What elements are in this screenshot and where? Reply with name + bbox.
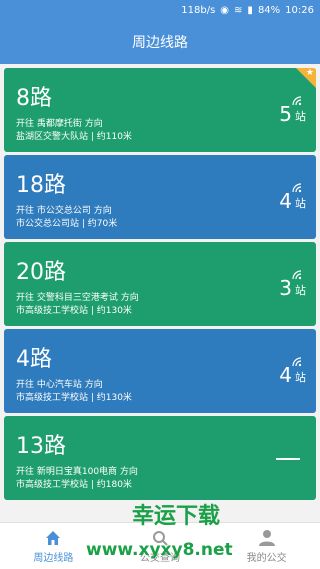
location-icon: ◉: [220, 4, 230, 16]
no-arrival-dash: [276, 458, 300, 460]
stops-unit: 站: [295, 284, 306, 297]
route-direction: 开往 中心汽车站 方向: [16, 380, 103, 390]
watermark-url: www.xyxy8.net: [86, 540, 233, 560]
realtime-signal-icon: [292, 96, 302, 106]
realtime-signal-icon: [292, 270, 302, 280]
nearby-station: 市高级技工学校站 | 约130米: [16, 306, 132, 316]
route-name: 8路: [16, 86, 52, 111]
route-card[interactable]: 13路 开往 新明日宝真100电商 方向 市高级技工学校站 | 约180米: [4, 416, 316, 500]
stops-unit: 站: [295, 110, 306, 123]
tab-label: 周边线路: [33, 552, 74, 564]
stops-away-count: 3: [279, 276, 292, 300]
wifi-status-icon: ≋: [234, 4, 243, 16]
stops-unit: 站: [295, 371, 306, 384]
status-bar: 118b/s ◉ ≋ ▮ 84% 10:26: [0, 0, 320, 20]
person-icon: [258, 529, 275, 546]
tab-label: 我的公交: [246, 552, 287, 564]
nearby-station: 市公交总公司站 | 约70米: [16, 219, 118, 229]
stops-away-count: 5: [279, 102, 292, 126]
network-speed: 118b/s: [181, 4, 216, 16]
route-name: 20路: [16, 260, 66, 285]
stops-away-count: 4: [279, 363, 292, 387]
route-card[interactable]: 4路 开往 中心汽车站 方向 市高级技工学校站 | 约130米 4 站: [4, 329, 316, 413]
stops-away-count: 4: [279, 189, 292, 213]
nearby-station: 市高级技工学校站 | 约130米: [16, 393, 132, 403]
nearby-station: 盐湖区交警大队站 | 约110米: [16, 132, 132, 142]
route-name: 4路: [16, 347, 52, 372]
battery-level: 84%: [257, 4, 281, 16]
route-card[interactable]: 18路 开往 市公交总公司 方向 市公交总公司站 | 约70米 4 站: [4, 155, 316, 239]
route-direction: 开往 交警科目三空港考试 方向: [16, 293, 139, 303]
route-name: 13路: [16, 434, 66, 459]
route-direction: 开往 新明日宝真100电商 方向: [16, 467, 138, 477]
signal-icon: ▮: [247, 4, 253, 16]
route-card[interactable]: ★ 8路 开往 禹都摩托街 方向 盐湖区交警大队站 | 约110米 5 站: [4, 68, 316, 152]
favorite-star-icon: ★: [296, 68, 316, 88]
app-bar: 周边线路: [0, 20, 320, 64]
watermark-logo: 幸运下载: [131, 504, 220, 529]
route-name: 18路: [16, 173, 66, 198]
realtime-signal-icon: [292, 183, 302, 193]
stops-unit: 站: [295, 197, 306, 210]
route-card[interactable]: 20路 开往 交警科目三空港考试 方向 市高级技工学校站 | 约130米 3 站: [4, 242, 316, 326]
clock: 10:26: [285, 4, 314, 16]
route-direction: 开往 禹都摩托街 方向: [16, 119, 103, 129]
home-icon: [46, 530, 61, 545]
nearby-station: 市高级技工学校站 | 约180米: [16, 480, 132, 490]
route-direction: 开往 市公交总公司 方向: [16, 206, 112, 216]
page-title: 周边线路: [132, 35, 188, 51]
realtime-signal-icon: [292, 357, 302, 367]
